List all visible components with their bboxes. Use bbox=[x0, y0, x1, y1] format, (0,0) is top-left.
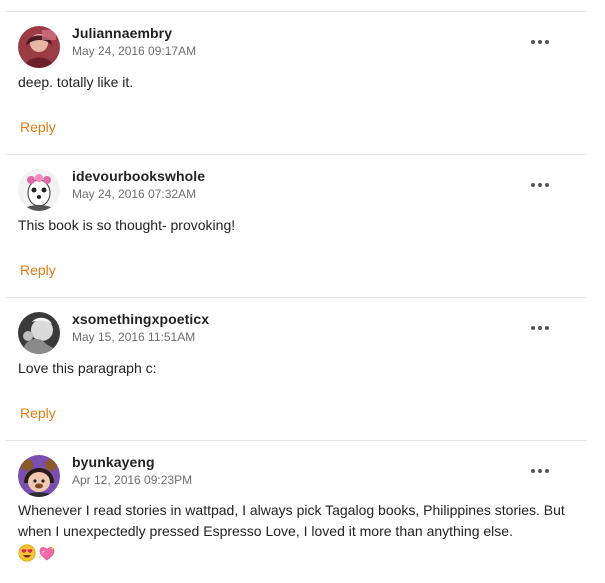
heart-eyes-emoji-icon bbox=[18, 544, 36, 562]
comment-item: byunkayeng Apr 12, 2016 09:23PM Whenever… bbox=[5, 441, 587, 583]
timestamp: May 15, 2016 11:51AM bbox=[72, 330, 196, 344]
avatar-photo-icon bbox=[18, 26, 60, 68]
emoji-row bbox=[18, 544, 57, 562]
comment-text: Whenever I read stories in wattpad, I al… bbox=[18, 500, 583, 563]
more-options-icon[interactable] bbox=[531, 39, 549, 45]
timestamp: Apr 12, 2016 09:23PM bbox=[72, 473, 193, 487]
more-options-icon[interactable] bbox=[531, 468, 549, 474]
comment-text: Love this paragraph c: bbox=[18, 360, 157, 376]
comment-text-content: Whenever I read stories in wattpad, I al… bbox=[18, 502, 565, 539]
reply-link[interactable]: Reply bbox=[20, 405, 56, 421]
avatar-photo-icon bbox=[18, 312, 60, 354]
comment-item: xsomethingxpoeticx May 15, 2016 11:51AM … bbox=[5, 298, 587, 441]
avatar[interactable] bbox=[18, 169, 60, 211]
comment-item: idevourbookswhole May 24, 2016 07:32AM T… bbox=[5, 155, 587, 298]
avatar[interactable] bbox=[18, 312, 60, 354]
username[interactable]: idevourbookswhole bbox=[72, 168, 205, 184]
timestamp: May 24, 2016 07:32AM bbox=[72, 187, 197, 201]
comment-text: deep. totally like it. bbox=[18, 74, 134, 90]
reply-link[interactable]: Reply bbox=[20, 262, 56, 278]
comment-text: This book is so thought- provoking! bbox=[18, 217, 236, 233]
more-options-icon[interactable] bbox=[531, 325, 549, 331]
avatar-photo-icon bbox=[18, 169, 60, 211]
reply-link[interactable]: Reply bbox=[20, 119, 56, 135]
sparkling-heart-emoji-icon bbox=[38, 546, 55, 561]
avatar[interactable] bbox=[18, 455, 60, 497]
comment-item: Juliannaembry May 24, 2016 09:17AM deep.… bbox=[5, 12, 587, 155]
avatar-photo-icon bbox=[18, 455, 60, 497]
more-options-icon[interactable] bbox=[531, 182, 549, 188]
username[interactable]: Juliannaembry bbox=[72, 25, 172, 41]
username[interactable]: xsomethingxpoeticx bbox=[72, 311, 209, 327]
username[interactable]: byunkayeng bbox=[72, 454, 155, 470]
avatar[interactable] bbox=[18, 26, 60, 68]
timestamp: May 24, 2016 09:17AM bbox=[72, 44, 197, 58]
